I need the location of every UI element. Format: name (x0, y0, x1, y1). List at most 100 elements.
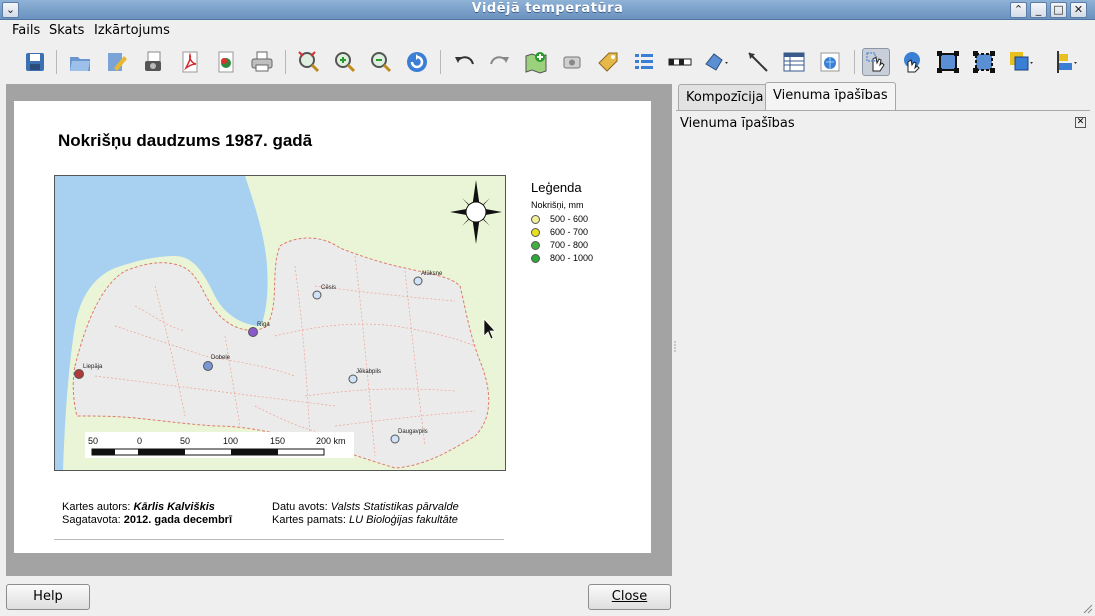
prepared-label: Sagatavota: (62, 514, 121, 526)
align-items-icon[interactable] (1052, 48, 1080, 76)
add-scalebar-icon[interactable] (666, 48, 694, 76)
prepared-date: 2012. gada decembrī (123, 514, 233, 526)
city-label-jekabpils: Jēkabpils (356, 369, 381, 375)
city-label-cesis: Cēsis (321, 285, 336, 291)
save-icon[interactable] (21, 48, 49, 76)
legend-entry-label: 500 - 600 (550, 214, 589, 224)
legend-swatch (531, 254, 540, 263)
resize-grip-icon[interactable] (1081, 602, 1093, 614)
zoom-out-icon[interactable] (367, 48, 395, 76)
city-marker-jekabpils (348, 374, 358, 384)
footer-divider (54, 539, 504, 540)
raise-items-icon[interactable] (1006, 48, 1034, 76)
scalebar-label-5: 200 km (316, 436, 346, 446)
window-shade-button[interactable]: ⌃ (1010, 2, 1027, 18)
add-html-icon[interactable] (816, 48, 844, 76)
map-title[interactable]: Nokrišņu daudzums 1987. gadā (58, 131, 312, 151)
legend-entry: 700 - 800 (531, 239, 593, 252)
city-marker-cesis (312, 290, 322, 300)
legend-swatch (531, 228, 540, 237)
map-legend[interactable]: Leģenda Nokrišņi, mm 500 - 600 600 - 700… (531, 180, 593, 265)
legend-swatch (531, 215, 540, 224)
legend-entry-label: 700 - 800 (550, 240, 589, 250)
base-name: LU Bioloģijas fakultāte (349, 514, 458, 526)
composer-canvas[interactable]: Nokrišņu daudzums 1987. gadā Liepāja Dob… (6, 84, 672, 576)
scalebar: 50 0 50 100 150 200 km (85, 432, 354, 458)
layout-page: Nokrišņu daudzums 1987. gadā Liepāja Dob… (14, 101, 651, 553)
item-properties-panel: Vienuma īpašības ✕ (676, 110, 1090, 576)
add-image-icon[interactable] (558, 48, 586, 76)
panel-tabs: Kompozīcija Vienuma īpašības (678, 82, 1090, 110)
legend-entry: 500 - 600 (531, 213, 593, 226)
help-button[interactable]: Help (6, 584, 90, 610)
base-label: Kartes pamats: (272, 514, 346, 526)
city-label-riga: Rīga (257, 322, 270, 328)
add-map-icon[interactable] (522, 48, 550, 76)
undo-icon[interactable] (450, 48, 478, 76)
refresh-icon[interactable] (403, 48, 431, 76)
window-titlebar[interactable]: ⌄ Vidējā temperatūra ⌃ _ □ ✕ (0, 0, 1095, 20)
city-label-daugavpils: Daugavpils (398, 429, 428, 435)
add-label-icon[interactable] (594, 48, 622, 76)
city-label-dobele: Dobele (211, 355, 231, 361)
redo-icon[interactable] (486, 48, 514, 76)
author-label: Kartes autors: (62, 501, 131, 513)
zoom-in-icon[interactable] (331, 48, 359, 76)
city-label-aluksne: Alūksne (421, 271, 443, 277)
legend-subtitle: Nokrišņi, mm (531, 200, 584, 210)
map-canvas: Liepāja Dobele Rīga Cēsis Alūksne Jēkabp… (55, 176, 505, 470)
export-pdf-icon[interactable] (176, 48, 204, 76)
scalebar-label-4: 150 (270, 436, 285, 446)
add-table-icon[interactable] (780, 48, 808, 76)
city-marker-dobele (203, 361, 213, 371)
city-marker-aluksne (413, 276, 423, 286)
legend-title: Leģenda (531, 180, 582, 195)
edit-document-icon[interactable] (102, 48, 130, 76)
minimize-button[interactable]: _ (1030, 2, 1047, 18)
add-shape-icon[interactable] (702, 48, 730, 76)
add-arrow-icon[interactable] (744, 48, 772, 76)
footer-author-block[interactable]: Kartes autors: Kārlis Kalviškis Sagatavo… (62, 501, 232, 527)
legend-entry: 800 - 1000 (531, 252, 593, 265)
close-window-button[interactable]: ✕ (1070, 2, 1087, 18)
panel-title: Vienuma īpašības (680, 116, 795, 131)
select-item-icon[interactable] (862, 48, 890, 76)
maximize-button[interactable]: □ (1050, 2, 1067, 18)
source-label: Datu avots: (272, 501, 328, 513)
add-legend-icon[interactable] (630, 48, 658, 76)
tab-composition[interactable]: Kompozīcija (678, 84, 772, 110)
print-icon[interactable] (248, 48, 276, 76)
author-name: Kārlis Kalviškis (133, 501, 215, 513)
menu-layout[interactable]: Izkārtojums (94, 23, 170, 38)
toolbar (0, 42, 1095, 82)
city-marker-liepaja (74, 369, 84, 379)
close-icon[interactable]: ✕ (1075, 117, 1086, 128)
legend-swatch (531, 241, 540, 250)
group-items-icon[interactable] (934, 48, 962, 76)
export-svg-icon[interactable] (212, 48, 240, 76)
window-title: Vidējā temperatūra (471, 1, 624, 16)
zoom-full-icon[interactable] (295, 48, 323, 76)
footer-source-block[interactable]: Datu avots: Valsts Statistikas pārvalde … (272, 501, 459, 527)
move-content-icon[interactable] (898, 48, 926, 76)
scalebar-label-0: 50 (88, 436, 98, 446)
legend-entry-label: 800 - 1000 (550, 253, 594, 263)
menu-view[interactable]: Skats (49, 23, 84, 38)
scalebar-label-3: 100 (223, 436, 238, 446)
close-button[interactable]: Close (588, 584, 671, 610)
city-marker-riga (248, 327, 258, 337)
city-marker-daugavpils (390, 434, 400, 444)
scalebar-label-2: 50 (180, 436, 190, 446)
ungroup-items-icon[interactable] (970, 48, 998, 76)
tab-item-properties[interactable]: Vienuma īpašības (765, 82, 896, 110)
menu-bar: Fails Skats Izkārtojums (0, 20, 1095, 41)
open-folder-icon[interactable] (66, 48, 94, 76)
menu-file[interactable]: Fails (12, 23, 40, 38)
legend-entry-label: 600 - 700 (550, 227, 589, 237)
city-label-liepaja: Liepāja (83, 364, 103, 370)
source-name: Valsts Statistikas pārvalde (330, 501, 459, 513)
scalebar-label-1: 0 (137, 436, 142, 446)
export-image-icon[interactable] (140, 48, 168, 76)
map-frame[interactable]: Liepāja Dobele Rīga Cēsis Alūksne Jēkabp… (54, 175, 506, 471)
legend-entry: 600 - 700 (531, 226, 593, 239)
